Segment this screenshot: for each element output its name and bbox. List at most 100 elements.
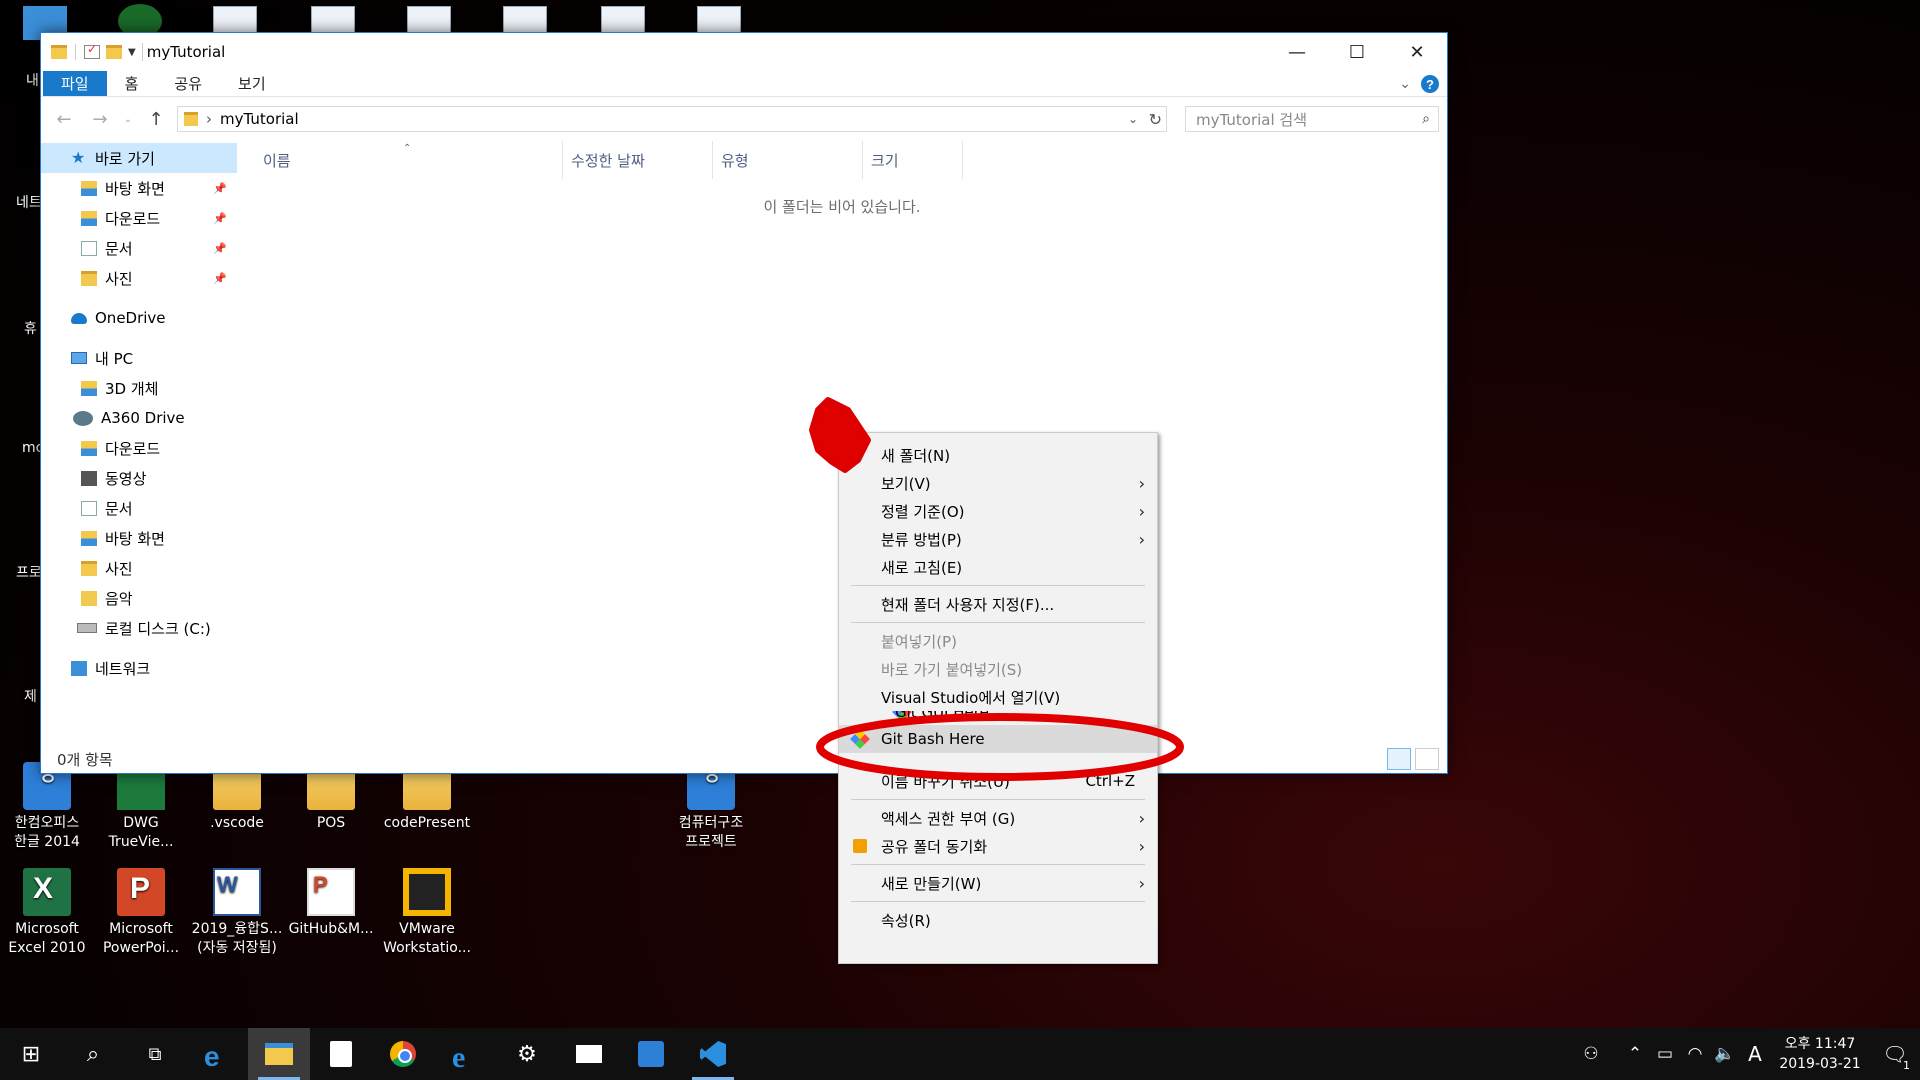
refresh-icon[interactable]: ↻ xyxy=(1149,110,1162,129)
taskbar-store[interactable] xyxy=(310,1028,372,1080)
start-button[interactable]: ⊞ xyxy=(0,1028,62,1080)
menu-item-customize-folder[interactable]: 현재 폴더 사용자 지정(F)... xyxy=(839,590,1157,618)
properties-icon[interactable] xyxy=(84,42,100,59)
forward-arrow-icon[interactable]: → xyxy=(85,109,115,130)
menu-item-hidden[interactable] xyxy=(839,753,1157,767)
pin-icon[interactable]: 📌 xyxy=(213,182,227,195)
nav-item-pc-downloads[interactable]: 다운로드 xyxy=(41,433,237,463)
wifi-icon[interactable]: ◠ xyxy=(1680,1044,1710,1064)
clock[interactable]: 오후 11:47 2019-03-21 xyxy=(1770,1034,1870,1074)
tab-home[interactable]: 홈 xyxy=(107,71,157,96)
menu-item-sort-by[interactable]: 정렬 기준(O) › xyxy=(839,497,1157,525)
pin-icon[interactable]: 📌 xyxy=(213,242,227,255)
input-method-indicator[interactable]: A xyxy=(1740,1042,1770,1066)
nav-item-desktop[interactable]: 바탕 화면 📌 xyxy=(41,173,237,203)
column-header-type[interactable]: 유형 xyxy=(713,141,863,179)
nav-item-this-pc[interactable]: 내 PC xyxy=(41,343,237,373)
nav-item-local-disk[interactable]: 로컬 디스크 (C:) xyxy=(41,613,237,643)
desktop-icon-excel[interactable]: Microsoft Excel 2010 xyxy=(0,868,94,958)
tab-view[interactable]: 보기 xyxy=(220,71,284,96)
new-folder-icon[interactable] xyxy=(106,45,122,59)
menu-item-view[interactable]: 보기(V) › xyxy=(839,469,1157,497)
tab-file[interactable]: 파일 xyxy=(43,71,107,96)
desktop-icon-dwg[interactable]: DWG TrueVie... xyxy=(94,762,188,852)
nav-item-pc-desktop[interactable]: 바탕 화면 xyxy=(41,523,237,553)
breadcrumb-current[interactable]: myTutorial xyxy=(220,110,299,128)
taskbar-edge[interactable]: e xyxy=(186,1028,248,1080)
taskbar-hancom[interactable] xyxy=(620,1028,682,1080)
people-icon[interactable]: ⚇ xyxy=(1576,1044,1606,1064)
menu-item-paste[interactable]: 붙여넣기(P) xyxy=(839,627,1157,655)
column-header-date-modified[interactable]: 수정한 날짜 xyxy=(563,141,713,179)
search-button[interactable]: ⌕ xyxy=(62,1028,124,1080)
nav-item-music[interactable]: 음악 xyxy=(41,583,237,613)
pin-icon[interactable]: 📌 xyxy=(213,272,227,285)
recent-locations-chevron-icon[interactable]: ⌄ xyxy=(121,114,135,125)
nav-item-network[interactable]: 네트워크 xyxy=(41,653,237,683)
show-hidden-icons-chevron-icon[interactable]: ⌃ xyxy=(1620,1044,1650,1064)
desktop-icon-powerpoint[interactable]: Microsoft PowerPoi... xyxy=(94,868,188,958)
taskbar-internet-explorer[interactable]: e xyxy=(434,1028,496,1080)
desktop-edge-label[interactable]: 휴 xyxy=(24,318,37,338)
volume-icon[interactable]: 🔈 xyxy=(1710,1044,1740,1064)
close-button[interactable]: ✕ xyxy=(1387,33,1447,71)
column-header-name[interactable]: 이름 xyxy=(255,141,563,179)
pin-icon[interactable]: 📌 xyxy=(213,212,227,225)
menu-item-git-gui-here[interactable]: Git GUI Here xyxy=(839,711,1157,725)
desktop-edge-label[interactable]: 내 xyxy=(26,70,39,90)
nav-item-downloads[interactable]: 다운로드 📌 xyxy=(41,203,237,233)
nav-item-pc-documents[interactable]: 문서 xyxy=(41,493,237,523)
desktop-icon-vmware[interactable]: VMware Workstatio... xyxy=(380,868,474,958)
nav-item-videos[interactable]: 동영상 xyxy=(41,463,237,493)
nav-item-documents[interactable]: 문서 📌 xyxy=(41,233,237,263)
desktop-edge-label[interactable]: 프로 xyxy=(16,562,42,582)
nav-item-a360-drive[interactable]: A360 Drive xyxy=(41,403,237,433)
help-icon[interactable]: ? xyxy=(1421,75,1439,93)
nav-item-quick-access[interactable]: ★ 바로 가기 xyxy=(41,143,237,173)
desktop-edge-label[interactable]: 제 xyxy=(24,686,37,706)
desktop-icon-project[interactable]: 컴퓨터구조 프로젝트 xyxy=(664,762,758,852)
nav-item-pc-pictures[interactable]: 사진 xyxy=(41,553,237,583)
desktop-icon-hwp[interactable]: 한컴오피스 한글 2014 xyxy=(0,762,94,852)
menu-item-new-folder[interactable]: 새 폴더(N) xyxy=(839,441,1157,469)
battery-icon[interactable]: ▭ xyxy=(1650,1044,1680,1064)
expand-ribbon-chevron-icon[interactable]: ⌄ xyxy=(1399,76,1411,92)
menu-item-undo-rename[interactable]: 이름 바꾸기 취소(U) Ctrl+Z xyxy=(839,767,1157,795)
taskbar-vscode[interactable] xyxy=(682,1028,744,1080)
menu-item-sync-shared-folder[interactable]: 공유 폴더 동기화 › xyxy=(839,832,1157,860)
menu-item-paste-shortcut[interactable]: 바로 가기 붙여넣기(S) xyxy=(839,655,1157,683)
menu-item-new[interactable]: 새로 만들기(W) › xyxy=(839,869,1157,897)
breadcrumb-separator-icon[interactable]: › xyxy=(206,110,212,128)
address-bar[interactable]: › myTutorial ⌄ ↻ xyxy=(177,106,1167,132)
maximize-button[interactable]: ☐ xyxy=(1327,33,1387,71)
details-view-button[interactable] xyxy=(1387,748,1411,770)
nav-item-pictures[interactable]: 사진 📌 xyxy=(41,263,237,293)
tab-share[interactable]: 공유 xyxy=(156,71,220,96)
menu-item-properties[interactable]: 속성(R) xyxy=(839,906,1157,934)
desktop-icon-github-ppt[interactable]: GitHub&M... xyxy=(284,868,378,939)
taskbar-file-explorer[interactable] xyxy=(248,1028,310,1080)
column-header-size[interactable]: 크기 xyxy=(863,141,963,179)
search-input[interactable]: myTutorial 검색 ⌕ xyxy=(1185,106,1439,132)
menu-item-git-bash-here[interactable]: Git Bash Here xyxy=(839,725,1157,753)
customize-toolbar-dropdown[interactable]: ▼ xyxy=(128,47,136,58)
minimize-button[interactable]: — xyxy=(1267,33,1327,71)
desktop-icon-word-doc[interactable]: 2019_융합S... (자동 저장됨) xyxy=(190,868,284,958)
nav-item-3d-objects[interactable]: 3D 개체 xyxy=(41,373,237,403)
menu-item-give-access[interactable]: 액세스 권한 부여 (G) › xyxy=(839,804,1157,832)
taskbar-settings[interactable]: ⚙ xyxy=(496,1028,558,1080)
back-arrow-icon[interactable]: ← xyxy=(49,109,79,130)
desktop-edge-label[interactable]: 네트 xyxy=(16,192,42,212)
taskbar-chrome[interactable] xyxy=(372,1028,434,1080)
up-arrow-icon[interactable]: ↑ xyxy=(141,109,171,130)
menu-item-open-in-visual-studio[interactable]: Visual Studio에서 열기(V) xyxy=(839,683,1157,711)
title-bar[interactable]: ▼ myTutorial — ☐ ✕ xyxy=(41,33,1447,71)
notification-center-button[interactable]: 🗨 1 xyxy=(1870,1042,1920,1072)
taskbar-mail[interactable] xyxy=(558,1028,620,1080)
large-icons-view-button[interactable] xyxy=(1415,748,1439,770)
menu-item-refresh[interactable]: 새로 고침(E) xyxy=(839,553,1157,581)
task-view-button[interactable]: ⧉ xyxy=(124,1028,186,1080)
address-dropdown-icon[interactable]: ⌄ xyxy=(1128,112,1138,126)
menu-item-group-by[interactable]: 분류 방법(P) › xyxy=(839,525,1157,553)
nav-item-onedrive[interactable]: OneDrive xyxy=(41,303,237,333)
